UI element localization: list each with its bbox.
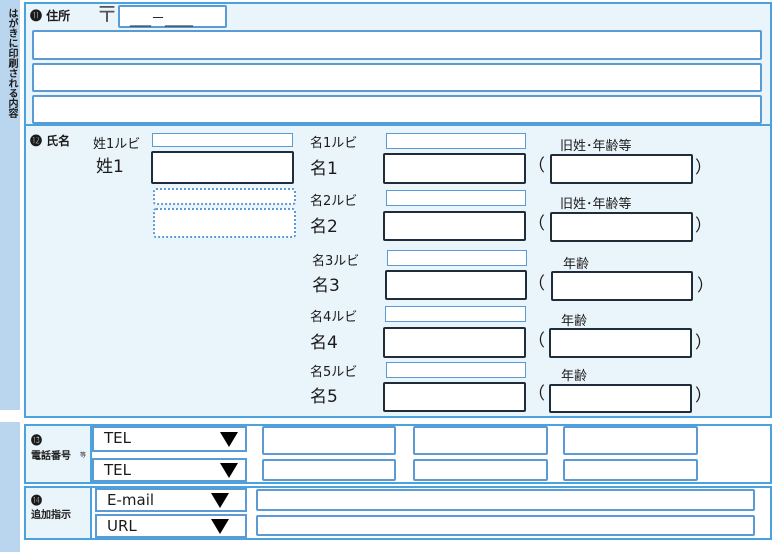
phone1-part1-input[interactable] [262,426,396,455]
mei4-paren-close: ） [695,333,712,353]
mei4-ruby-input[interactable] [385,306,526,322]
mei3-extra-label: 年齢 [563,257,590,272]
mei5-paren-open: （ [528,384,545,404]
mei5-label: 名5 [310,387,338,407]
mei2-ruby-input[interactable] [386,190,526,206]
extra-type-select-2[interactable]: URL [95,514,247,538]
mei4-input[interactable] [383,327,526,358]
sei1-ruby-input[interactable] [152,133,293,147]
mei3-ruby-input[interactable] [387,250,527,266]
phone2-part2-input[interactable] [413,459,548,481]
phone-section-label: 電話番号 [31,451,71,462]
mei1-ruby-label: 名1ルビ [310,136,358,151]
sei1-label: 姓1 [96,157,124,177]
mei1-paren-open: （ [528,156,545,176]
mei4-extra-input[interactable] [549,328,692,358]
email-input[interactable] [256,489,755,511]
mei1-label: 名1 [310,159,338,179]
name-section-label: ⓬ 氏名 [30,134,71,148]
mei3-input[interactable] [385,270,527,300]
mei4-extra-label: 年齢 [561,314,588,329]
dropdown-triangle-icon [211,493,229,508]
mei4-label: 名4 [310,333,338,353]
mei3-label: 名3 [312,276,340,296]
extra-section-label: 追加指示 [31,510,71,521]
sei1-ruby-label: 姓1ルビ [93,137,141,152]
mei1-extra-label: 旧姓･年齢等 [560,139,632,154]
mei2-extra-label: 旧姓･年齢等 [560,197,632,212]
phone-type-select-1[interactable]: TEL [92,426,247,452]
dropdown-triangle-icon [220,432,238,447]
phone1-part3-input[interactable] [563,426,698,455]
address-line2-input[interactable] [32,63,762,92]
address-section-label: ⓫ 住所 [30,9,71,23]
url-input[interactable] [256,515,755,536]
phone2-part3-input[interactable] [563,459,698,481]
phone-side-strip [0,422,20,552]
postal-mark-icon: 〒 [96,3,119,28]
phone-type-select-2-value: TEL [104,461,131,479]
dropdown-triangle-icon [211,519,229,534]
address-line1-input[interactable] [32,30,762,60]
phone-section-num: ⓭ [31,434,42,447]
address-line3-input[interactable] [32,95,762,124]
mei4-paren-open: （ [528,331,545,351]
phone-section-suffix: 等 [80,452,87,459]
mei5-ruby-input[interactable] [386,362,526,378]
mei3-ruby-label: 名3ルビ [312,254,360,269]
mei2-paren-close: ） [695,216,712,236]
mei3-paren-close: ） [697,276,714,296]
mei5-extra-input[interactable] [549,384,692,413]
mei5-paren-close: ） [695,386,712,406]
postal-code-placeholder: ___－____ [130,11,193,27]
phone-type-select-2[interactable]: TEL [92,458,247,482]
mei3-paren-open: （ [528,274,545,294]
phone2-part1-input[interactable] [262,459,396,481]
extra-type-select-1-value: E-mail [107,491,155,509]
mei2-ruby-label: 名2ルビ [310,194,358,209]
side-label: はがきに印刷される内容 [6,8,17,118]
mei1-input[interactable] [383,153,526,184]
postal-code-input[interactable]: ___－____ [118,5,227,28]
sei1-input[interactable] [151,151,294,184]
extra-type-select-1[interactable]: E-mail [95,488,247,512]
mei1-ruby-input[interactable] [386,133,526,149]
sei2-input[interactable] [153,208,296,238]
mei1-extra-input[interactable] [550,154,693,184]
mei5-extra-label: 年齢 [561,369,588,384]
phone-type-select-1-value: TEL [104,429,131,447]
mei2-input[interactable] [383,211,526,241]
sei2-ruby-input[interactable] [153,188,296,205]
mei5-input[interactable] [383,382,526,412]
phone1-part2-input[interactable] [413,426,548,455]
mei2-label: 名2 [310,217,338,237]
mei5-ruby-label: 名5ルビ [310,365,358,380]
mei2-paren-open: （ [528,214,545,234]
mei2-extra-input[interactable] [550,212,693,242]
mei3-extra-input[interactable] [551,271,693,301]
mei1-paren-close: ） [695,158,712,178]
dropdown-triangle-icon [220,463,238,478]
mei4-ruby-label: 名4ルビ [310,310,358,325]
extra-type-select-2-value: URL [107,517,137,535]
